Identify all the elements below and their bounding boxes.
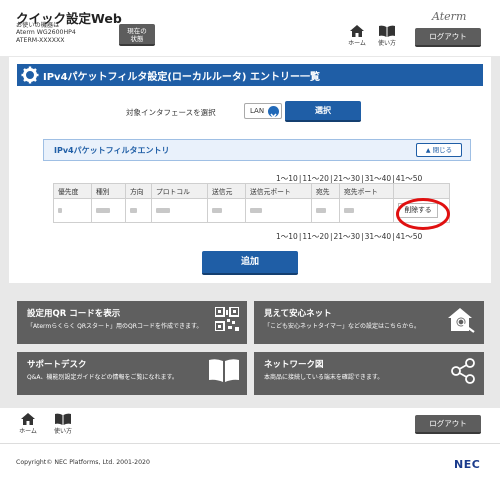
interface-label: 対象インタフェースを選択 [126,108,216,117]
pagination-bottom: 1～10|11～20|21～30|31～40|41～50 [275,232,424,241]
column-header [393,183,450,199]
book-icon [209,359,239,382]
page-link[interactable]: 11～20 [301,174,330,183]
device-model: Aterm WG2600HP4 [16,29,76,37]
table-cell [311,198,340,223]
chevron-down-icon [268,106,279,119]
add-button[interactable]: 追加 [202,251,298,275]
page-link[interactable]: 21～30 [332,174,361,183]
table-row: 削除する [53,198,450,223]
section-title: IPv4パケットフィルタエントリ [54,146,170,155]
header: クイック設定Web お使いの機器は Aterm WG2600HP4 ATERM-… [0,0,500,56]
card-title: 見えて安心ネット [264,309,332,319]
network-icon [451,358,475,384]
page-link[interactable]: 21～30 [332,232,361,241]
card-description: Q&A、機能別設定ガイドなどの情報をご覧になれます。 [27,374,178,381]
help-button[interactable]: 使い方 [375,25,399,47]
select-button[interactable]: 選択 [285,101,361,122]
column-header: 優先度 [53,183,92,199]
page-title-bar: IPv4パケットフィルタ設定(ローカルルータ) エントリー一覧 [17,64,483,86]
qr-code-icon [215,307,239,331]
logout-button[interactable]: ログアウト [415,28,481,47]
filter-entry-table: 優先度 種別 方向 プロトコル 送信元 送信元ポート 宛先 宛先ポート 削除する [53,183,450,223]
book-icon [379,25,395,37]
column-header: プロトコル [151,183,208,199]
filter-entry-section: IPv4パケットフィルタエントリ ▲ 閉じる [43,139,471,161]
column-header: 送信元 [207,183,246,199]
footer-help-button[interactable]: 使い方 [51,413,75,435]
card-description: 「こども安心ネットタイマー」などの設定はこちらから。 [264,323,421,330]
card-description: 本商品に接続している端末を確認できます。 [264,374,384,381]
home-icon [21,413,35,425]
card-title: 設定用QR コードを表示 [27,309,121,319]
collapse-label: 閉じる [432,146,453,154]
card-description: 「Atermらくらく QRスタート」用のQRコードを作成できます。 [27,323,203,330]
house-search-icon [448,308,475,333]
device-info-line: お使いの機器は [16,22,60,29]
highlight-circle [396,198,450,230]
home-label: ホーム [348,40,366,47]
column-header: 方向 [125,183,152,199]
card-title: ネットワーク図 [264,360,324,370]
device-info: お使いの機器は Aterm WG2600HP4 ATERM-XXXXXX [16,22,76,44]
page-link[interactable]: 1～10 [275,174,299,183]
column-header: 種別 [91,183,126,199]
page-link[interactable]: 1～10 [275,232,299,241]
table-cell [245,198,312,223]
page-link[interactable]: 11～20 [301,232,330,241]
page-link[interactable]: 41～50 [395,232,424,241]
gear-icon [21,66,39,84]
table-cell [339,198,394,223]
table-header-row: 優先度 種別 方向 プロトコル 送信元 送信元ポート 宛先 宛先ポート [53,183,450,199]
main-panel: IPv4パケットフィルタ設定(ローカルルータ) エントリー一覧 対象インタフェー… [9,57,491,283]
home-button[interactable]: ホーム [345,25,369,47]
home-label: ホーム [19,428,37,435]
current-status-button[interactable]: 現在の 状態 [119,24,155,46]
page-title: IPv4パケットフィルタ設定(ローカルルータ) エントリー一覧 [43,72,320,83]
nec-logo: NEC [454,458,481,471]
device-id: ATERM-XXXXXX [16,36,65,44]
chevron-up-icon: ▲ [425,147,431,154]
card-title: サポートデスク [27,360,87,370]
table-cell [53,198,92,223]
home-icon [350,25,364,37]
page-link[interactable]: 31～40 [364,174,393,183]
table-cell [91,198,126,223]
interface-select[interactable]: LAN [244,103,282,119]
table-cell [151,198,208,223]
footer-home-button[interactable]: ホーム [16,413,40,435]
column-header: 宛先 [311,183,340,199]
column-header: 送信元ポート [245,183,312,199]
safe-net-card[interactable]: 見えて安心ネット 「こども安心ネットタイマー」などの設定はこちらから。 [254,301,484,344]
help-label: 使い方 [53,428,72,435]
footer-logout-button[interactable]: ログアウト [415,415,481,434]
support-desk-card[interactable]: サポートデスク Q&A、機能別設定ガイドなどの情報をご覧になれます。 [17,352,247,395]
brand-logo: Aterm [432,10,467,23]
qr-code-card[interactable]: 設定用QR コードを表示 「Atermらくらく QRスタート」用のQRコードを作… [17,301,247,344]
divider [0,443,500,444]
table-cell [207,198,246,223]
page-link[interactable]: 41～50 [395,174,424,183]
page-link[interactable]: 31～40 [364,232,393,241]
column-header: 宛先ポート [339,183,394,199]
table-cell [125,198,152,223]
interface-value: LAN [250,107,265,115]
help-label: 使い方 [377,40,396,47]
book-icon [55,413,71,425]
copyright: Copyright© NEC Platforms, Ltd. 2001-2020 [16,459,150,466]
network-map-card[interactable]: ネットワーク図 本商品に接続している端末を確認できます。 [254,352,484,395]
collapse-button[interactable]: ▲ 閉じる [416,143,462,157]
